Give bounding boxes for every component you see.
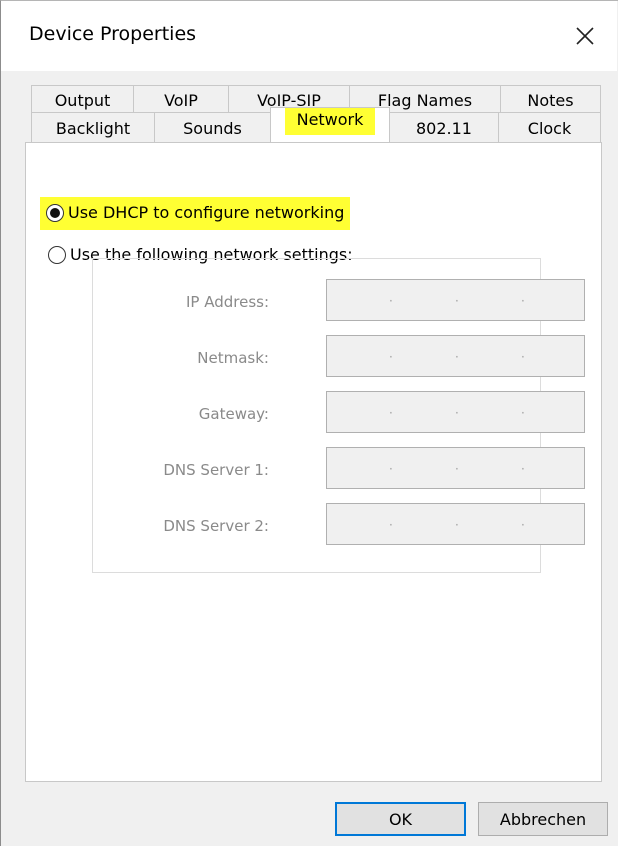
dns-server-2-label: DNS Server 2: xyxy=(163,517,269,535)
ok-button[interactable]: OK xyxy=(335,802,466,836)
netmask-label: Netmask: xyxy=(197,349,269,367)
tab-output[interactable]: Output xyxy=(31,85,134,115)
ip-address-field[interactable]: · · · xyxy=(326,279,585,321)
cancel-button[interactable]: Abbrechen xyxy=(478,802,608,836)
tab-network-label: Network xyxy=(284,108,376,135)
manual-settings-radio-button[interactable] xyxy=(48,245,66,264)
device-properties-dialog: Device Properties Output VoIP VoIP-SIP F… xyxy=(0,0,618,846)
close-icon xyxy=(576,27,594,45)
dns-server-1-field[interactable]: · · · xyxy=(326,447,585,489)
network-tab-panel: Use DHCP to configure networking Use the… xyxy=(25,142,602,782)
close-button[interactable] xyxy=(561,15,609,57)
dialog-title: Device Properties xyxy=(29,23,197,45)
tab-notes[interactable]: Notes xyxy=(500,85,601,115)
title-bar: Device Properties xyxy=(1,1,617,71)
tab-network[interactable]: Network xyxy=(270,107,390,143)
dhcp-radio-button[interactable] xyxy=(46,203,64,222)
tab-clock[interactable]: Clock xyxy=(498,112,601,144)
gateway-field[interactable]: · · · xyxy=(326,391,585,433)
network-settings-group: IP Address: · · · Netmask: · · · Gateway: · ·… xyxy=(92,258,585,573)
netmask-field[interactable]: · · · xyxy=(326,335,585,377)
tab-voip[interactable]: VoIP xyxy=(133,85,229,115)
gateway-label: Gateway: xyxy=(198,405,269,423)
dns-server-2-field[interactable]: · · · xyxy=(326,503,585,545)
dhcp-radio-label: Use DHCP to configure networking xyxy=(68,203,345,222)
dns-server-1-label: DNS Server 1: xyxy=(163,461,269,479)
dhcp-radio-option[interactable]: Use DHCP to configure networking xyxy=(40,197,351,230)
ip-address-label: IP Address: xyxy=(185,293,269,311)
tab-802-11[interactable]: 802.11 xyxy=(389,112,499,144)
tab-backlight[interactable]: Backlight xyxy=(31,112,155,144)
tab-sounds[interactable]: Sounds xyxy=(154,112,271,144)
